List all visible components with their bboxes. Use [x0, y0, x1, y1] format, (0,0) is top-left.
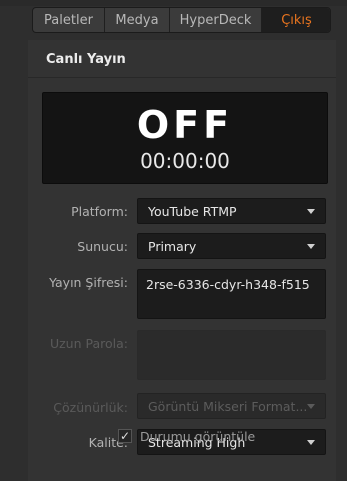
show-status-row: ✓ Durumu görüntüle — [118, 428, 255, 444]
resolution-value: Görüntü Mikseri Format... — [148, 399, 308, 414]
tab-output[interactable]: Çıkış — [262, 8, 330, 32]
section-title: Canlı Yayın — [46, 52, 126, 67]
chevron-down-icon — [307, 209, 315, 214]
long-password-label: Uzun Parola: — [49, 336, 128, 351]
stream-status-display: OFF 00:00:00 — [42, 92, 328, 184]
show-status-checkbox[interactable]: ✓ — [118, 429, 132, 443]
long-password-field[interactable] — [137, 330, 326, 380]
platform-value: YouTube RTMP — [148, 204, 237, 219]
platform-select[interactable]: YouTube RTMP — [137, 198, 326, 224]
stream-key-label: Yayın Şifresi: — [49, 275, 128, 290]
server-value: Primary — [148, 239, 197, 254]
server-label: Sunucu: — [77, 239, 128, 254]
tab-palettes[interactable]: Paletler — [33, 8, 105, 32]
stream-key-value: 2rse-6336-cdyr-h348-f515 — [146, 277, 310, 292]
checkmark-icon: ✓ — [119, 429, 131, 443]
divider — [28, 77, 336, 78]
chevron-down-icon — [307, 440, 315, 445]
tab-media[interactable]: Medya — [105, 8, 170, 32]
tab-bar: Paletler Medya HyperDeck Çıkış — [32, 7, 331, 33]
top-strip — [0, 0, 347, 6]
chevron-down-icon — [307, 244, 315, 249]
stream-status-text: OFF — [136, 103, 234, 147]
resolution-select[interactable]: Görüntü Mikseri Format... — [137, 393, 326, 419]
show-status-label: Durumu görüntüle — [140, 428, 256, 444]
stream-timecode: 00:00:00 — [140, 149, 230, 173]
platform-label: Platform: — [71, 204, 128, 219]
server-select[interactable]: Primary — [137, 233, 326, 259]
resolution-label: Çözünürlük: — [53, 400, 128, 415]
chevron-down-icon — [307, 404, 315, 409]
live-stream-panel: Canlı Yayın OFF 00:00:00 Platform: YouTu… — [28, 40, 336, 481]
stream-key-field[interactable]: 2rse-6336-cdyr-h348-f515 — [137, 269, 326, 319]
tab-hyperdeck[interactable]: HyperDeck — [170, 8, 262, 32]
